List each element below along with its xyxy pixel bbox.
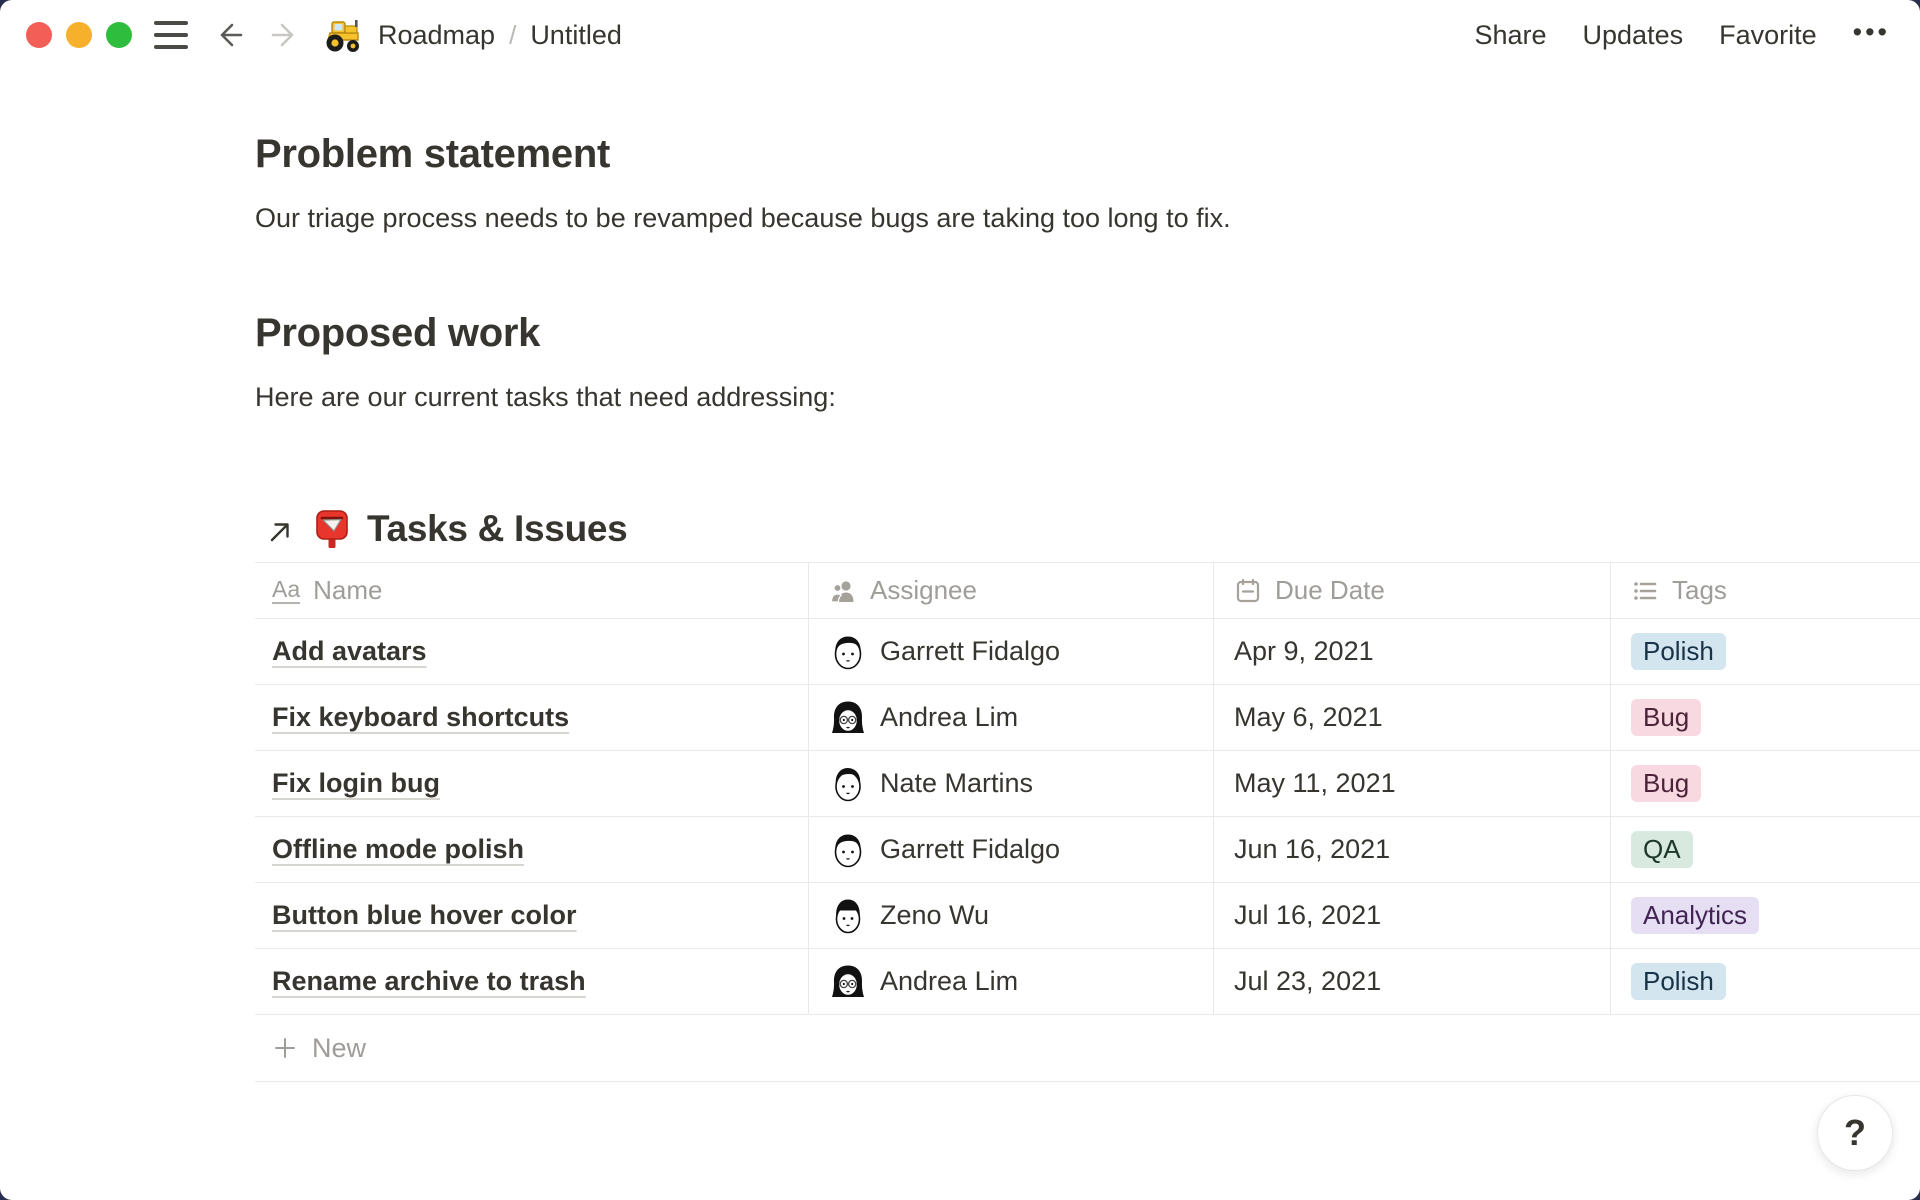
tag-pill: Polish <box>1631 633 1726 670</box>
table-header-row: Aa Name Assignee <box>255 562 1920 619</box>
table-row: Offline mode polish Garrett Fidalgo Jun … <box>255 817 1920 883</box>
breadcrumb-current[interactable]: Untitled <box>530 20 622 51</box>
heading-proposed-work[interactable]: Proposed work <box>255 311 1920 356</box>
task-name-cell[interactable]: Offline mode polish <box>255 817 808 882</box>
share-button[interactable]: Share <box>1474 20 1546 51</box>
tags-cell[interactable]: Polish <box>1610 949 1920 1014</box>
topbar-actions: Share Updates Favorite ••• <box>1474 17 1890 54</box>
column-header-name[interactable]: Aa Name <box>255 563 808 618</box>
updates-button[interactable]: Updates <box>1583 20 1684 51</box>
avatar-andrea-lim <box>829 963 867 1001</box>
assignee-cell[interactable]: Garrett Fidalgo <box>808 817 1213 882</box>
due-date-cell[interactable]: Jul 23, 2021 <box>1213 949 1610 1014</box>
column-header-assignee[interactable]: Assignee <box>808 563 1213 618</box>
tasks-table: Aa Name Assignee <box>255 562 1920 1082</box>
back-icon[interactable] <box>214 20 244 50</box>
avatar-nate-martins <box>829 765 867 803</box>
table-row: Fix login bug Nate Martins May 11, 2021 … <box>255 751 1920 817</box>
breadcrumb-separator: / <box>509 20 516 51</box>
avatar-garrett-fidalgo <box>829 831 867 869</box>
linked-database-name: Tasks & Issues <box>367 508 627 550</box>
task-name-cell[interactable]: Rename archive to trash <box>255 949 808 1014</box>
task-name-cell[interactable]: Fix keyboard shortcuts <box>255 685 808 750</box>
assignee-cell[interactable]: Andrea Lim <box>808 685 1213 750</box>
list-icon <box>1631 577 1659 605</box>
column-header-due-date[interactable]: Due Date <box>1213 563 1610 618</box>
due-date-cell[interactable]: Apr 9, 2021 <box>1213 619 1610 684</box>
task-name-cell[interactable]: Button blue hover color <box>255 883 808 948</box>
tag-pill: QA <box>1631 831 1693 868</box>
table-row: Fix keyboard shortcuts Andrea Lim May 6,… <box>255 685 1920 751</box>
due-date-cell[interactable]: May 11, 2021 <box>1213 751 1610 816</box>
avatar-andrea-lim <box>829 699 867 737</box>
avatar-garrett-fidalgo <box>829 633 867 671</box>
help-button[interactable]: ? <box>1817 1095 1893 1171</box>
due-date-cell[interactable]: Jul 16, 2021 <box>1213 883 1610 948</box>
due-date-cell[interactable]: Jun 16, 2021 <box>1213 817 1610 882</box>
heading-problem-statement[interactable]: Problem statement <box>255 132 1920 177</box>
notion-window: Roadmap / Untitled Share Updates Favorit… <box>0 0 1920 1200</box>
postbox-emoji <box>311 508 353 550</box>
linked-database-title[interactable]: Tasks & Issues <box>255 508 627 550</box>
plus-icon <box>272 1035 298 1061</box>
tags-cell[interactable]: QA <box>1610 817 1920 882</box>
table-row: Rename archive to trash Andrea Lim Jul 2… <box>255 949 1920 1015</box>
page-content: Problem statement Our triage process nee… <box>0 70 1920 1082</box>
table-row: Button blue hover color Zeno Wu Jul 16, … <box>255 883 1920 949</box>
assignee-cell[interactable]: Andrea Lim <box>808 949 1213 1014</box>
tag-pill: Polish <box>1631 963 1726 1000</box>
tags-cell[interactable]: Bug <box>1610 685 1920 750</box>
people-icon <box>829 577 857 605</box>
paragraph-problem-statement[interactable]: Our triage process needs to be revamped … <box>255 199 1920 237</box>
forward-icon[interactable] <box>270 20 300 50</box>
window-controls <box>26 22 132 48</box>
question-mark-icon: ? <box>1844 1112 1866 1154</box>
tags-cell[interactable]: Analytics <box>1610 883 1920 948</box>
due-date-cell[interactable]: May 6, 2021 <box>1213 685 1610 750</box>
tag-pill: Bug <box>1631 699 1701 736</box>
paragraph-proposed-work[interactable]: Here are our current tasks that need add… <box>255 378 1920 416</box>
column-header-tags[interactable]: Tags <box>1610 563 1920 618</box>
table-row: Add avatars Garrett Fidalgo Apr 9, 2021 … <box>255 619 1920 685</box>
tags-cell[interactable]: Polish <box>1610 619 1920 684</box>
new-row-button[interactable]: New <box>255 1015 1920 1082</box>
assignee-cell[interactable]: Zeno Wu <box>808 883 1213 948</box>
assignee-cell[interactable]: Garrett Fidalgo <box>808 619 1213 684</box>
tag-pill: Bug <box>1631 765 1701 802</box>
zoom-window-button[interactable] <box>106 22 132 48</box>
tractor-emoji <box>324 16 364 54</box>
sidebar-menu-icon[interactable] <box>154 21 188 49</box>
text-icon: Aa <box>272 578 300 604</box>
tag-pill: Analytics <box>1631 897 1759 934</box>
close-window-button[interactable] <box>26 22 52 48</box>
northeast-arrow-icon <box>265 517 295 547</box>
breadcrumb-root[interactable]: Roadmap <box>378 20 495 51</box>
minimize-window-button[interactable] <box>66 22 92 48</box>
more-options-icon[interactable]: ••• <box>1853 17 1890 54</box>
assignee-cell[interactable]: Nate Martins <box>808 751 1213 816</box>
task-name-cell[interactable]: Fix login bug <box>255 751 808 816</box>
topbar: Roadmap / Untitled Share Updates Favorit… <box>0 0 1920 70</box>
tags-cell[interactable]: Bug <box>1610 751 1920 816</box>
favorite-button[interactable]: Favorite <box>1719 20 1817 51</box>
calendar-icon <box>1234 577 1262 605</box>
avatar-zeno-wu <box>829 897 867 935</box>
task-name-cell[interactable]: Add avatars <box>255 619 808 684</box>
